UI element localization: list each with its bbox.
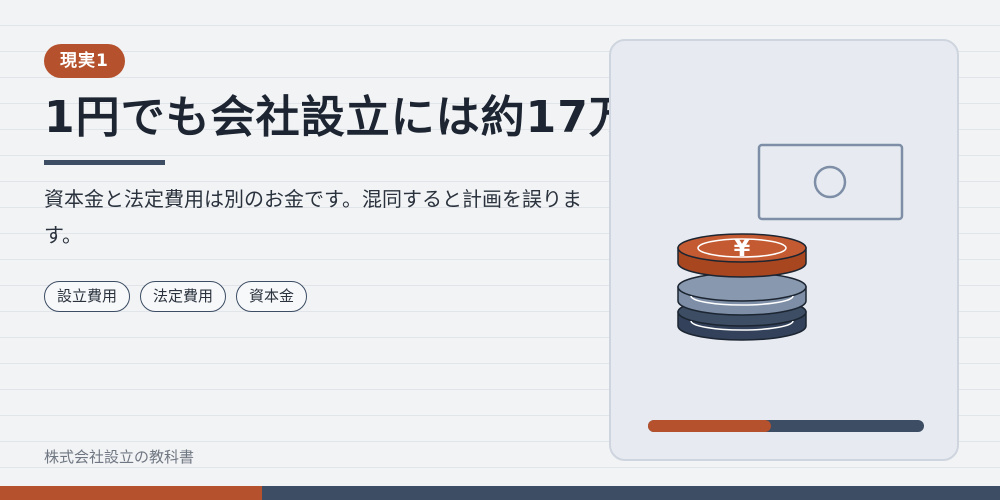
illustration-svg: ¥: [648, 143, 924, 432]
tag-capital: 資本金: [236, 281, 308, 312]
bottom-bar-navy-segment: [262, 486, 1000, 500]
coin-stack-icon: ¥: [677, 233, 807, 341]
brand-name: 株式会社設立の教科書: [44, 448, 195, 466]
section-badge: 現実1: [44, 44, 125, 78]
yen-symbol: ¥: [734, 234, 751, 262]
description-text: 資本金と法定費用は別のお金です。混同すると計画を誤ります。: [44, 187, 582, 247]
tag-list: 設立費用 法定費用 資本金: [44, 281, 308, 312]
illustration-card: ¥: [609, 39, 959, 461]
bottom-bar-accent-segment: [0, 486, 262, 500]
title-underline: [44, 160, 165, 165]
banknote-icon: [757, 143, 904, 221]
tag-setup-cost: 設立費用: [44, 281, 131, 312]
bottom-accent-bar: [0, 486, 1000, 500]
tag-legal-fees: 法定費用: [140, 281, 227, 312]
